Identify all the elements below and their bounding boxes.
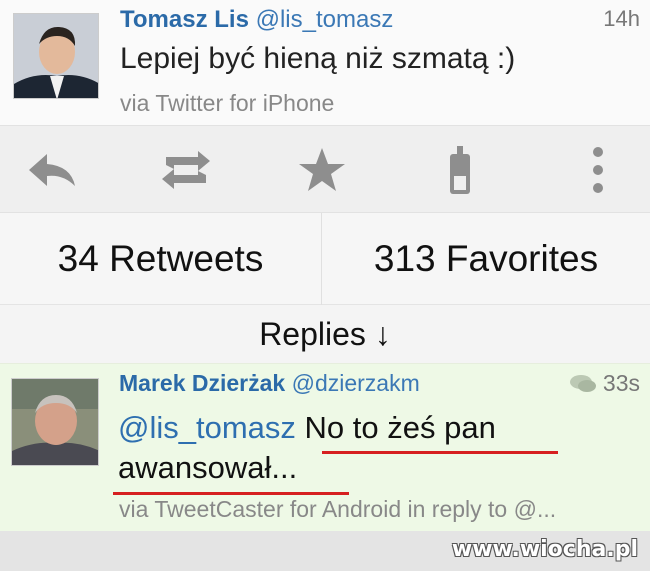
tweet-text: Lepiej być hieną niż szmatą :) (120, 42, 516, 75)
phone-button[interactable] (430, 144, 490, 196)
author-handle[interactable]: @dzierzakm (292, 370, 420, 396)
mention-link[interactable]: @lis_tomasz (118, 410, 296, 445)
avatar[interactable] (13, 13, 99, 99)
reply-time: 33s (569, 370, 640, 397)
author-name[interactable]: Marek Dzierżak (119, 370, 285, 396)
reply-text: @lis_tomasz No to żeś pan awansował... (118, 408, 638, 488)
action-bar (0, 125, 650, 213)
star-icon (299, 148, 345, 191)
phone-icon (450, 146, 470, 194)
red-underline (322, 451, 558, 454)
reply-icon (29, 154, 75, 186)
retweets-count[interactable]: 34 Retweets (0, 213, 322, 305)
favorites-count[interactable]: 313 Favorites (322, 213, 650, 305)
tweet-time: 14h (603, 6, 640, 31)
author-handle[interactable]: @lis_tomasz (256, 6, 394, 33)
author-line[interactable]: Marek Dzierżak @dzierzakm (119, 370, 420, 397)
red-underline (113, 492, 349, 495)
reply-time-text: 33s (602, 370, 640, 396)
reply-tweet: Marek Dzierżak @dzierzakm 33s @lis_tomas… (0, 363, 650, 531)
reply-button[interactable] (22, 144, 82, 196)
bottom-bar: www.wiocha.pl (0, 531, 650, 571)
more-button[interactable] (568, 144, 628, 196)
conversation-icon (569, 374, 596, 392)
tweet-main: Tomasz Lis @lis_tomasz 14h Lepiej być hi… (0, 0, 650, 125)
reply-via: via TweetCaster for Android in reply to … (119, 496, 557, 522)
tweet-via: via Twitter for iPhone (120, 90, 335, 116)
watermark: www.wiocha.pl (451, 537, 638, 562)
reply-text-line1: No to żeś pan (304, 410, 496, 445)
author-line[interactable]: Tomasz Lis @lis_tomasz (120, 6, 393, 34)
favorite-button[interactable] (292, 144, 352, 196)
reply-text-line2: awansował... (118, 450, 298, 485)
avatar[interactable] (11, 378, 99, 466)
author-name[interactable]: Tomasz Lis (120, 6, 249, 33)
more-icon (593, 147, 603, 193)
retweet-icon (162, 151, 210, 189)
replies-header[interactable]: Replies ↓ (0, 305, 650, 363)
stats-row: 34 Retweets 313 Favorites (0, 213, 650, 305)
retweet-button[interactable] (156, 144, 216, 196)
